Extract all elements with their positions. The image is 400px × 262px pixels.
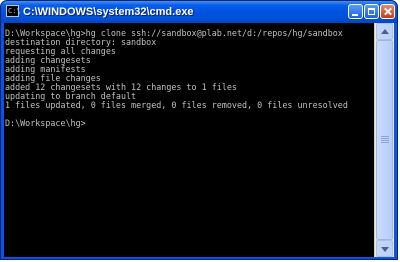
console-line: 1 files updated, 0 files merged, 0 files… xyxy=(5,100,348,110)
arrow-up-icon xyxy=(381,29,389,34)
scrollbar-thumb[interactable] xyxy=(376,40,393,240)
minimize-icon xyxy=(352,14,358,16)
grip-icon xyxy=(381,136,389,137)
window-title: C:\WINDOWS\system32\cmd.exe xyxy=(23,6,194,18)
console-output[interactable]: D:\Workspace\hg>hg clone ssh://sandbox@p… xyxy=(4,23,374,257)
minimize-button[interactable] xyxy=(348,4,363,19)
close-button[interactable] xyxy=(380,4,395,19)
maximize-icon xyxy=(368,8,375,15)
console-app-icon[interactable]: C:\ xyxy=(6,5,21,17)
scroll-down-button[interactable] xyxy=(376,240,393,257)
scroll-up-button[interactable] xyxy=(376,23,393,40)
title-bar[interactable]: C:\ C:\WINDOWS\system32\cmd.exe xyxy=(1,1,397,23)
maximize-button[interactable] xyxy=(364,4,379,19)
cmd-window: C:\ C:\WINDOWS\system32\cmd.exe D:\Works… xyxy=(0,0,398,260)
console-prompt: D:\Workspace\hg> xyxy=(5,118,86,128)
arrow-down-icon xyxy=(381,247,389,252)
vertical-scrollbar[interactable] xyxy=(374,23,394,257)
